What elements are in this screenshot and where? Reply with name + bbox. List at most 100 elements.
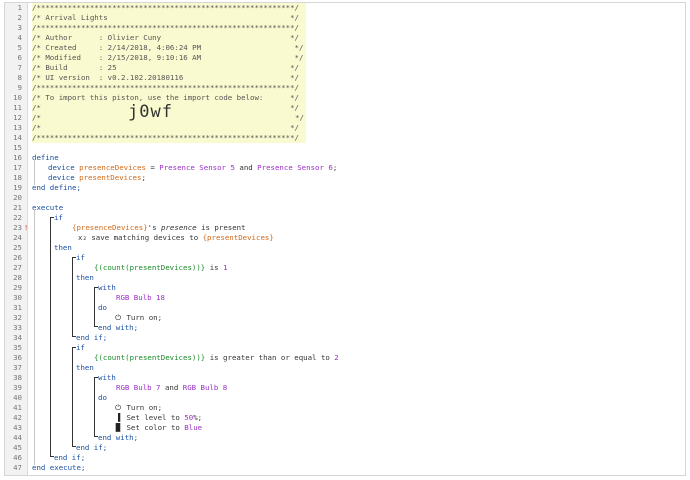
line-number: 25 bbox=[13, 243, 22, 252]
line-number: 47 bbox=[13, 463, 22, 472]
line-number: 40 bbox=[13, 393, 22, 402]
line-number: 26 bbox=[13, 253, 22, 262]
end-if-keyword: end if; bbox=[76, 443, 108, 452]
line-number: 43 bbox=[13, 423, 22, 432]
text: Set level to bbox=[122, 413, 185, 422]
line-number: 29 bbox=[13, 283, 22, 292]
line-number: 32 bbox=[13, 313, 22, 322]
end-define-keyword: end define; bbox=[32, 183, 81, 192]
comment-close: */ bbox=[295, 113, 304, 122]
block-bracket-with bbox=[94, 377, 98, 437]
line-number: 24 bbox=[13, 233, 22, 242]
save-matching-devices[interactable]: x₂ save matching devices to {presentDevi… bbox=[78, 233, 274, 243]
header-border: /***************************************… bbox=[32, 3, 306, 13]
end-with-keyword: end with; bbox=[98, 433, 139, 442]
then-keyword: then bbox=[76, 273, 94, 282]
line-number: 37 bbox=[13, 363, 22, 372]
end-if-keyword: end if; bbox=[76, 333, 108, 342]
power-icon: ⏻ bbox=[115, 403, 121, 412]
if-keyword[interactable]: if bbox=[76, 253, 85, 263]
text: is greater than or equal to bbox=[205, 353, 335, 362]
text: save matching devices to bbox=[86, 233, 203, 242]
then-keyword: then bbox=[54, 243, 72, 252]
do-keyword: do bbox=[98, 393, 107, 402]
line-number: 39 bbox=[13, 383, 22, 392]
attribute: presence bbox=[161, 223, 197, 232]
variable: {presenceDevices} bbox=[72, 223, 148, 232]
expression: {(count(presentDevices))} bbox=[94, 353, 206, 362]
condition-presence[interactable]: {presenceDevices}'s presence is present bbox=[72, 223, 246, 233]
command-set-color[interactable]: █ Set color to Blue bbox=[114, 423, 202, 433]
variable: {presentDevices} bbox=[202, 233, 274, 242]
header-title: /* Arrival Lights */ bbox=[32, 13, 306, 23]
indent-guide bbox=[34, 159, 35, 185]
define-presence-devices[interactable]: device presenceDevices = Presence Sensor… bbox=[48, 163, 337, 173]
end-with-keyword: end with; bbox=[98, 323, 139, 332]
line-number: 34 bbox=[13, 333, 22, 342]
line-number: 33 bbox=[13, 323, 22, 332]
header-ui-version: /* UI version : v0.2.102.20180116 */ bbox=[32, 73, 306, 83]
warning-icon[interactable]: ! bbox=[24, 223, 28, 233]
line-number: 20 bbox=[13, 193, 22, 202]
operator: and bbox=[160, 383, 183, 392]
line-number: 18 bbox=[13, 173, 22, 182]
color-icon: █ bbox=[115, 423, 121, 432]
line-number: 23 bbox=[13, 223, 22, 232]
condition-count-two[interactable]: {(count(presentDevices))} is greater tha… bbox=[94, 353, 339, 363]
condition-count-one[interactable]: {(count(presentDevices))} is 1 bbox=[94, 263, 228, 273]
line-number: 4 bbox=[17, 33, 22, 42]
header-border: /***************************************… bbox=[32, 83, 306, 93]
line-number: 8 bbox=[17, 73, 22, 82]
line-number: 6 bbox=[17, 53, 22, 62]
define-present-devices[interactable]: device presentDevices; bbox=[48, 173, 146, 183]
devices-rgb-bulb-7-8[interactable]: RGB Bulb 7 and RGB Bulb 8 bbox=[116, 383, 227, 393]
if-keyword[interactable]: if bbox=[54, 213, 63, 223]
keyword: device bbox=[48, 163, 75, 172]
line-number: 14 bbox=[13, 133, 22, 142]
end-if-keyword: end if; bbox=[54, 453, 86, 462]
block-bracket-if bbox=[72, 257, 76, 337]
punct: ; bbox=[332, 163, 338, 172]
line-number: 10 bbox=[13, 93, 22, 102]
line-number: 46 bbox=[13, 453, 22, 462]
header-build: /* Build : 25 */ bbox=[32, 63, 306, 73]
value: 2 bbox=[334, 353, 339, 362]
if-keyword[interactable]: if bbox=[76, 343, 85, 353]
text: Turn on; bbox=[122, 403, 163, 412]
variable-icon: x₂ bbox=[78, 233, 87, 242]
text: Set color to bbox=[122, 423, 185, 432]
line-number: 35 bbox=[13, 343, 22, 352]
device-name: Presence Sensor 5 bbox=[159, 163, 235, 172]
line-number: 5 bbox=[17, 43, 22, 52]
header-import-code-line: /* j0wf */ bbox=[32, 104, 306, 123]
header-border: /***************************************… bbox=[32, 23, 306, 33]
with-keyword[interactable]: with bbox=[98, 283, 116, 293]
text: is present bbox=[196, 223, 246, 232]
value: 1 bbox=[223, 263, 228, 272]
command-set-level[interactable]: ▐ Set level to 50%; bbox=[114, 413, 202, 423]
variable: presentDevices bbox=[79, 173, 142, 182]
block-bracket-if bbox=[50, 217, 54, 457]
line-number: 11 bbox=[13, 103, 22, 112]
header-border: /***************************************… bbox=[32, 133, 306, 143]
text: %; bbox=[193, 413, 203, 422]
do-keyword: do bbox=[98, 303, 107, 312]
command-turn-on[interactable]: ⏻ Turn on; bbox=[114, 313, 162, 323]
header-blank: /* */ bbox=[32, 123, 306, 133]
with-keyword[interactable]: with bbox=[98, 373, 116, 383]
punct: ; bbox=[141, 173, 146, 182]
device-rgb-bulb-18[interactable]: RGB Bulb 18 bbox=[116, 293, 165, 303]
value: Blue bbox=[184, 423, 203, 432]
import-code[interactable]: j0wf bbox=[128, 104, 173, 121]
line-number: 9 bbox=[17, 83, 22, 92]
line-number: 28 bbox=[13, 273, 22, 282]
line-number: 16 bbox=[13, 153, 22, 162]
line-number: 22 bbox=[13, 213, 22, 222]
line-number: 45 bbox=[13, 443, 22, 452]
block-bracket-with bbox=[94, 287, 98, 327]
command-turn-on[interactable]: ⏻ Turn on; bbox=[114, 403, 162, 413]
line-number: 1 bbox=[17, 3, 22, 12]
define-keyword: define bbox=[32, 153, 59, 163]
header-modified: /* Modified : 2/15/2018, 9:10:16 AM */ bbox=[32, 53, 306, 63]
indent-guide bbox=[34, 209, 35, 465]
